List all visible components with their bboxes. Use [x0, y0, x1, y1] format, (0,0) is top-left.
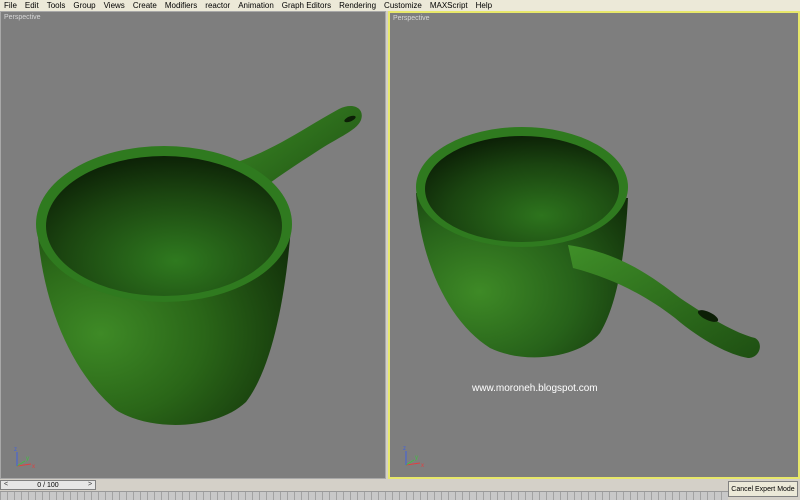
track-bar-ticks [0, 492, 728, 500]
menu-create[interactable]: Create [129, 0, 161, 11]
status-area: < 0 / 100 > Cancel Expert Mode [0, 479, 800, 500]
axis-y-label: y [415, 455, 418, 461]
viewport-left-perspective[interactable]: Perspective x y z [0, 11, 386, 479]
menu-maxscript[interactable]: MAXScript [426, 0, 472, 11]
menu-reactor[interactable]: reactor [201, 0, 234, 11]
time-slider[interactable]: < 0 / 100 > [0, 480, 96, 490]
axis-gizmo-left: x y z [14, 447, 35, 470]
watermark-text: www.moroneh.blogspot.com [472, 383, 598, 394]
time-next-button[interactable]: > [85, 481, 95, 489]
menu-views[interactable]: Views [100, 0, 129, 11]
menu-edit[interactable]: Edit [21, 0, 43, 11]
axis-z-label: z [403, 446, 406, 452]
menu-modifiers[interactable]: Modifiers [161, 0, 201, 11]
axis-x-label: x [32, 464, 35, 470]
menu-animation[interactable]: Animation [234, 0, 278, 11]
menu-rendering[interactable]: Rendering [335, 0, 380, 11]
axis-gizmo-right: x y z [403, 446, 424, 469]
menu-tools[interactable]: Tools [43, 0, 70, 11]
cancel-expert-mode-button[interactable]: Cancel Expert Mode [728, 481, 798, 497]
menu-graph-editors[interactable]: Graph Editors [278, 0, 335, 11]
viewport-right-perspective[interactable]: Perspective www.moroneh.blogspot.com x y… [388, 11, 800, 479]
axis-x-label: x [421, 463, 424, 469]
menu-help[interactable]: Help [472, 0, 496, 11]
measuring-cup-model[interactable] [390, 13, 798, 477]
track-bar[interactable] [0, 491, 728, 500]
time-prev-button[interactable]: < [1, 481, 11, 489]
axis-y-label: y [26, 456, 29, 462]
menu-group[interactable]: Group [69, 0, 99, 11]
menu-file[interactable]: File [0, 0, 21, 11]
menu-customize[interactable]: Customize [380, 0, 426, 11]
menu-bar: File Edit Tools Group Views Create Modif… [0, 0, 800, 11]
time-frame-label: 0 / 100 [37, 481, 59, 489]
measuring-cup-model[interactable] [1, 12, 386, 479]
axis-z-label: z [14, 447, 17, 453]
